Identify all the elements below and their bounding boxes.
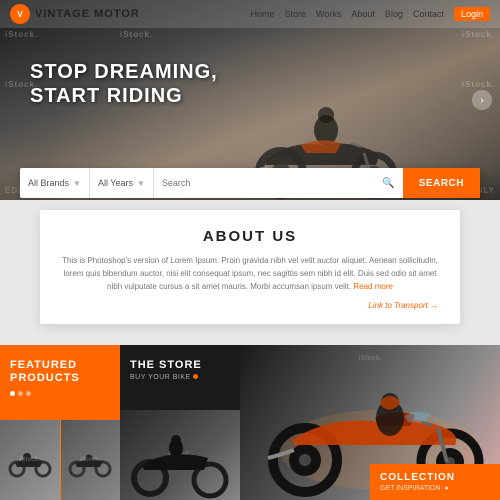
nav-store[interactable]: Store (285, 9, 307, 19)
collection-label[interactable]: COLLECTION GET INSPIRATION ● (370, 464, 500, 500)
right-panel: iStock. COLLECTION GET INSPIRATION ● (240, 345, 500, 500)
brand-select-label: All Brands (28, 178, 69, 188)
nav-about[interactable]: About (351, 9, 375, 19)
featured-images: iStock. iStock. (0, 420, 120, 500)
nav-contact[interactable]: Contact (413, 9, 444, 19)
logo-icon: V (10, 4, 30, 24)
store-title: THE STORE (130, 359, 230, 371)
featured-placeholder-2: iStock. (61, 420, 121, 500)
site-logo[interactable]: V VINTAGE MOTOR (10, 4, 140, 24)
nav-home[interactable]: Home (251, 9, 275, 19)
featured-img-2[interactable]: iStock. (60, 420, 121, 500)
collection-subtitle: GET INSPIRATION ● (380, 485, 490, 492)
about-body: This is Photoshop's version of Lorem Ips… (62, 255, 438, 293)
search-button[interactable]: Search (403, 168, 480, 198)
about-title: ABOUT US (62, 228, 438, 245)
store-dot (193, 374, 198, 379)
year-chevron-icon: ▼ (137, 179, 145, 188)
search-input-wrap: 🔍 (154, 168, 403, 198)
year-select[interactable]: All Years ▼ (90, 168, 154, 198)
site-header: V VINTAGE MOTOR Home Store Works About B… (0, 0, 500, 28)
nav-blog[interactable]: Blog (385, 9, 403, 19)
brand-chevron-icon: ▼ (73, 179, 81, 188)
watermark-right: iStock. (359, 355, 382, 362)
nav-works[interactable]: Works (316, 9, 341, 19)
hero-content: STOP DREAMING, START RIDING (30, 60, 218, 126)
featured-dots (10, 391, 110, 396)
year-select-label: All Years (98, 178, 133, 188)
featured-title: FEATURED PRODUCTS (10, 359, 110, 385)
about-read-more[interactable]: Read more (353, 282, 393, 291)
search-bar: All Brands ▼ All Years ▼ 🔍 Search (20, 168, 480, 198)
collection-arrow-icon: ● (444, 485, 448, 492)
logo-text: VINTAGE MOTOR (35, 8, 140, 20)
mini-moto-1 (5, 443, 55, 478)
hero-section: iStock. iStock. iStock. iStock. iStock. … (0, 0, 500, 230)
collection-title: COLLECTION (380, 472, 490, 483)
featured-products-panel: FEATURED PRODUCTS iStock. (0, 345, 120, 500)
about-section: ABOUT US This is Photoshop's version of … (40, 210, 460, 324)
hero-title: STOP DREAMING, START RIDING (30, 60, 218, 108)
about-link[interactable]: Link to Transport → (62, 301, 438, 310)
featured-img-1[interactable]: iStock. (0, 420, 60, 500)
search-icon: 🔍 (382, 178, 394, 189)
dot-1[interactable] (10, 391, 15, 396)
store-moto-svg (120, 410, 240, 500)
hero-nav-arrow[interactable]: › (472, 90, 492, 110)
bottom-grid: FEATURED PRODUCTS iStock. (0, 345, 500, 500)
store-subtitle: BUY YOUR BIKE (130, 374, 230, 381)
brand-select[interactable]: All Brands ▼ (20, 168, 90, 198)
nav-login[interactable]: Login (454, 7, 490, 21)
dot-3[interactable] (26, 391, 31, 396)
mini-moto-2 (65, 443, 115, 478)
search-input[interactable] (162, 178, 378, 188)
store-img[interactable]: iStock. (120, 410, 240, 500)
dot-2[interactable] (18, 391, 23, 396)
the-store-panel: THE STORE BUY YOUR BIKE iStock. (120, 345, 240, 500)
featured-placeholder-1: iStock. (0, 420, 60, 500)
main-nav: Home Store Works About Blog Contact Logi… (251, 7, 490, 21)
